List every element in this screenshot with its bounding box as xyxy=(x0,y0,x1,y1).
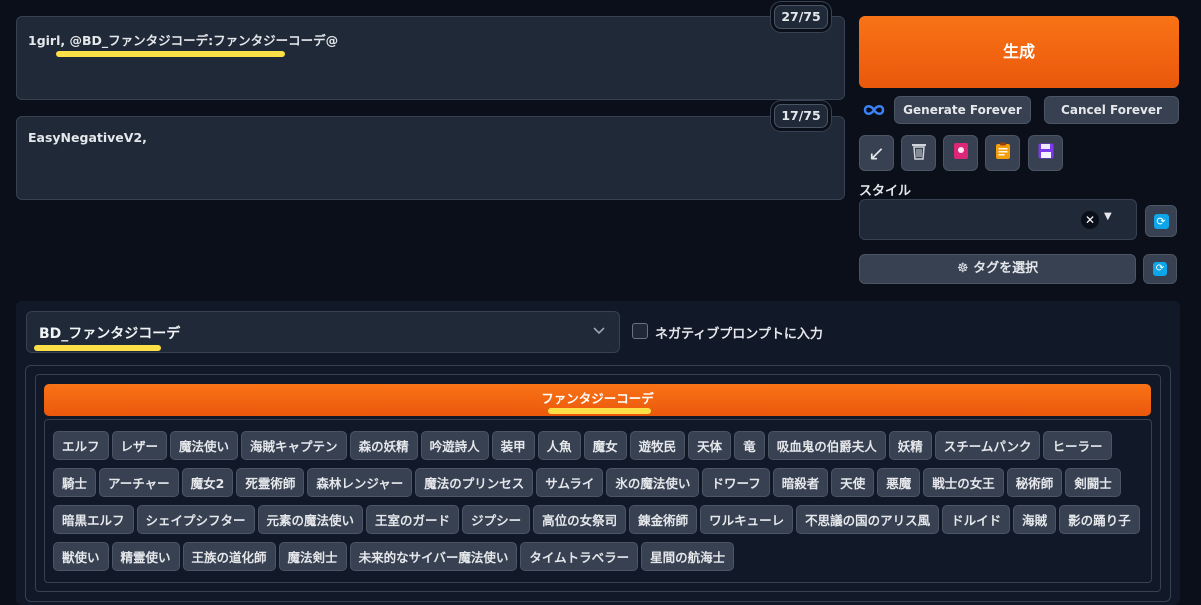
tag-chip[interactable]: ドルイド xyxy=(942,505,1011,534)
category-highlight xyxy=(548,408,651,414)
tag-chip[interactable]: 高位の女祭司 xyxy=(533,505,627,534)
red-card-icon xyxy=(953,142,969,164)
tag-chip[interactable]: 装甲 xyxy=(491,431,535,460)
tag-chip[interactable]: ヒーラー xyxy=(1043,431,1112,460)
category-title: ファンタジーコーデ xyxy=(541,391,654,406)
tag-chip[interactable]: 死霊術師 xyxy=(236,468,305,497)
save-style-button[interactable] xyxy=(1028,135,1063,171)
tag-chip[interactable]: 不思議の国のアリス風 xyxy=(796,505,940,534)
tag-row: 暗黒エルフ シェイプシフター 元素の魔法使い 王室のガード ジプシー 高位の女祭司 錬金術師… xyxy=(53,505,1153,542)
tag-chip[interactable]: レザー xyxy=(111,431,168,460)
negative-token-counter: 17/75 xyxy=(774,104,828,128)
tag-chip[interactable]: 遊牧民 xyxy=(629,431,686,460)
style-dropdown[interactable]: ✕ ▼ xyxy=(859,199,1137,240)
generate-forever-button[interactable]: Generate Forever xyxy=(894,96,1031,124)
negative-checkbox[interactable] xyxy=(632,323,648,339)
tag-chip[interactable]: 天体 xyxy=(688,431,732,460)
tag-chip[interactable]: タイムトラベラー xyxy=(520,542,639,571)
refresh-icon: ⟳ xyxy=(1153,262,1167,276)
tag-chip[interactable]: 魔女 xyxy=(583,431,627,460)
tag-chip[interactable]: 森林レンジャー xyxy=(307,468,413,497)
tag-grid: エルフ レザー 魔法使い 海賊キャプテン 森の妖精 吟遊詩人 装甲 人魚 魔女 遊牧民 天体竜吸血鬼… xyxy=(53,431,1153,579)
clipboard-icon xyxy=(995,142,1011,164)
tag-chip[interactable]: 魔女2 xyxy=(181,468,234,497)
tag-chip[interactable]: アーチャー xyxy=(99,468,179,497)
clear-icon[interactable]: ✕ xyxy=(1081,211,1099,229)
tag-chip[interactable]: 獣使い xyxy=(53,542,109,571)
style-label: スタイル xyxy=(859,184,912,199)
infinity-icon[interactable] xyxy=(862,100,886,120)
tag-chip[interactable]: 精霊使い xyxy=(111,542,180,571)
clear-prompt-button[interactable] xyxy=(901,135,936,171)
tag-chip[interactable]: 天使 xyxy=(831,468,875,497)
tag-chip[interactable]: 吟遊詩人 xyxy=(420,431,489,460)
negative-prompt-textarea[interactable]: EasyNegativeV2, xyxy=(16,116,845,200)
arrow-icon: ↙ xyxy=(868,141,885,165)
tag-chip[interactable]: 剣闘士 xyxy=(1065,468,1121,497)
tag-chip[interactable]: シェイプシフター xyxy=(136,505,255,534)
tag-chip[interactable]: 王室のガード xyxy=(366,505,460,534)
tag-chip[interactable]: 秘術師 xyxy=(1006,468,1063,497)
read-params-button[interactable]: ↙ xyxy=(859,135,894,171)
tag-chip[interactable]: 王族の道化師 xyxy=(182,542,276,571)
tag-select-button[interactable]: ☸ タグを選択 xyxy=(859,254,1136,284)
tag-chip[interactable]: 氷の魔法使い xyxy=(606,468,700,497)
negative-prompt-text: EasyNegativeV2, xyxy=(28,130,147,145)
tag-chip[interactable]: 星間の航海士 xyxy=(641,542,735,571)
tag-chip[interactable]: 吸血鬼の伯爵夫人 xyxy=(767,431,886,460)
prompt-token-counter: 27/75 xyxy=(774,5,828,29)
tag-chip[interactable]: 暗殺者 xyxy=(772,468,829,497)
tag-chip[interactable]: ワルキューレ xyxy=(700,505,794,534)
tag-chip[interactable]: 暗黒エルフ xyxy=(53,505,134,534)
tag-chip[interactable]: 竜 xyxy=(734,431,765,460)
chevron-down-icon[interactable]: ▼ xyxy=(1104,211,1112,222)
tag-chip[interactable]: 海賊 xyxy=(1013,505,1057,534)
cancel-forever-button[interactable]: Cancel Forever xyxy=(1044,96,1179,124)
tag-chip[interactable]: エルフ xyxy=(53,431,109,460)
wildcard-highlight xyxy=(34,345,161,351)
refresh-tags-button[interactable]: ⟳ xyxy=(1143,254,1177,284)
tag-chip[interactable]: 魔法のプリンセス xyxy=(415,468,534,497)
apply-style-button[interactable] xyxy=(985,135,1020,171)
refresh-styles-button[interactable]: ⟳ xyxy=(1145,205,1177,237)
tag-chip[interactable]: 妖精 xyxy=(888,431,932,460)
tag-row: 騎士 アーチャー 魔女2 死霊術師 森林レンジャー 魔法のプリンセス サムライ 氷の魔法使いド… xyxy=(53,468,1153,505)
tag-chip[interactable]: 森の妖精 xyxy=(349,431,418,460)
prompt-textarea[interactable]: 1girl, @BD_ファンタジコーデ:ファンタジーコーデ@ xyxy=(16,16,845,100)
generate-button[interactable]: 生成 xyxy=(859,16,1179,88)
tag-chip[interactable]: 魔法使い xyxy=(170,431,239,460)
trash-icon xyxy=(911,142,927,164)
tag-row: 獣使い 精霊使い 王族の道化師 魔法剣士 未来的なサイバー魔法使い タイムトラベラー 星間の… xyxy=(53,542,1153,579)
extra-networks-button[interactable] xyxy=(943,135,978,171)
tag-chip[interactable]: 未来的なサイバー魔法使い xyxy=(349,542,518,571)
tag-chip[interactable]: 海賊キャプテン xyxy=(241,431,347,460)
tag-chip[interactable]: 騎士 xyxy=(53,468,97,497)
tag-chip[interactable]: 元素の魔法使い xyxy=(257,505,364,534)
save-icon xyxy=(1038,143,1054,163)
tag-chip[interactable]: 錬金術師 xyxy=(629,505,698,534)
tag-chip[interactable]: 人魚 xyxy=(537,431,581,460)
chevron-down-icon xyxy=(593,321,605,345)
tag-chip[interactable]: 影の踊り子 xyxy=(1059,505,1140,534)
prompt-highlight xyxy=(56,51,285,57)
tag-chip[interactable]: 戦士の女王 xyxy=(923,468,1004,497)
tag-chip[interactable]: 魔法剣士 xyxy=(278,542,347,571)
tag-chip[interactable]: 悪魔 xyxy=(877,468,921,497)
tag-chip[interactable]: サムライ xyxy=(536,468,604,497)
wildcard-selected: BD_ファンタジコーデ xyxy=(39,326,181,342)
refresh-icon: ⟳ xyxy=(1153,213,1169,229)
tag-chip[interactable]: ドワーフ xyxy=(702,468,770,497)
tag-row: エルフ レザー 魔法使い 海賊キャプテン 森の妖精 吟遊詩人 装甲 人魚 魔女 遊牧民 天体竜吸血鬼… xyxy=(53,431,1153,468)
tag-chip[interactable]: スチームパンク xyxy=(934,431,1041,460)
prompt-text: 1girl, @BD_ファンタジコーデ:ファンタジーコーデ@ xyxy=(28,33,339,48)
negative-checkbox-label: ネガティブプロンプトに入力 xyxy=(655,327,823,342)
tag-chip[interactable]: ジプシー xyxy=(462,505,531,534)
